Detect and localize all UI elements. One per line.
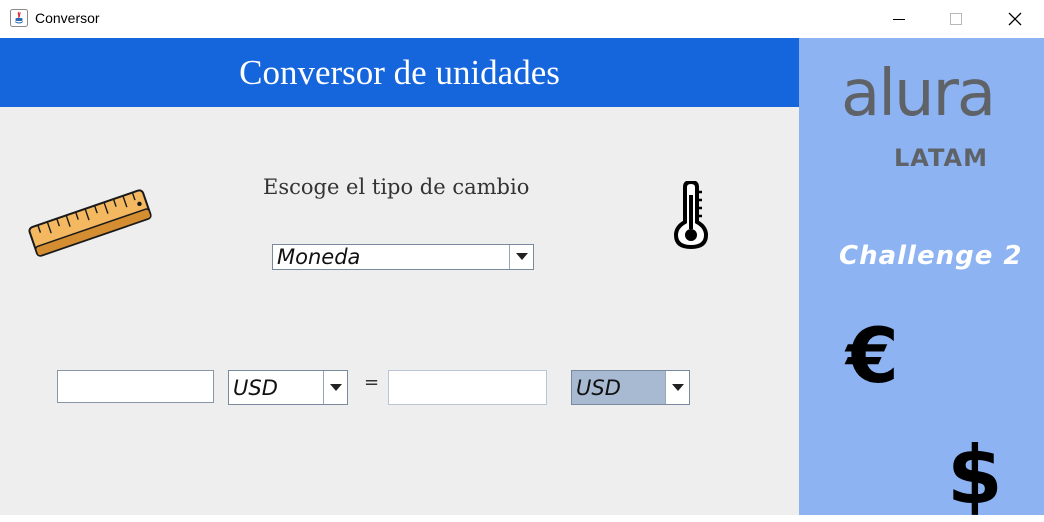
window-titlebar: Conversor (0, 0, 1044, 38)
ruler-icon (26, 186, 154, 264)
page-title: Conversor de unidades (239, 52, 560, 92)
maximize-icon (950, 13, 962, 25)
result-output (388, 370, 547, 405)
minimize-button[interactable] (870, 0, 928, 38)
minimize-icon (893, 19, 905, 20)
chevron-down-icon (515, 253, 528, 260)
dollar-icon: $ (947, 429, 1003, 522)
euro-icon: € (846, 311, 899, 400)
java-app-icon (10, 9, 28, 27)
subtitle: Escoge el tipo de cambio (263, 175, 530, 199)
dropdown-arrow-button[interactable] (509, 245, 533, 269)
from-unit-value: USD (233, 375, 278, 400)
alura-logo: alura (841, 57, 996, 131)
chevron-down-icon (329, 383, 342, 391)
from-unit-select[interactable]: USD (228, 370, 348, 405)
thermometer-icon (673, 179, 709, 253)
main-panel: Conversor de unidades Escoge el tipo de … (0, 38, 799, 515)
challenge-label: Challenge 2 (839, 241, 1023, 271)
chevron-down-icon (671, 383, 684, 391)
sidebar: alura LATAM Challenge 2 € $ (799, 38, 1044, 522)
conversion-type-select[interactable]: Moneda (272, 244, 534, 270)
maximize-button[interactable] (927, 0, 985, 38)
to-unit-select[interactable]: USD (571, 370, 690, 405)
dropdown-arrow-button[interactable] (665, 371, 689, 404)
conversion-type-value: Moneda (277, 245, 361, 269)
window-title: Conversor (35, 10, 100, 26)
close-button[interactable] (986, 0, 1044, 38)
dropdown-arrow-button[interactable] (323, 371, 347, 404)
equals-sign: = (364, 372, 380, 393)
close-icon (1008, 12, 1022, 26)
amount-input[interactable] (57, 370, 214, 403)
header-banner: Conversor de unidades (0, 38, 799, 107)
to-unit-value: USD (576, 375, 621, 400)
alura-logo-region: LATAM (894, 144, 988, 172)
